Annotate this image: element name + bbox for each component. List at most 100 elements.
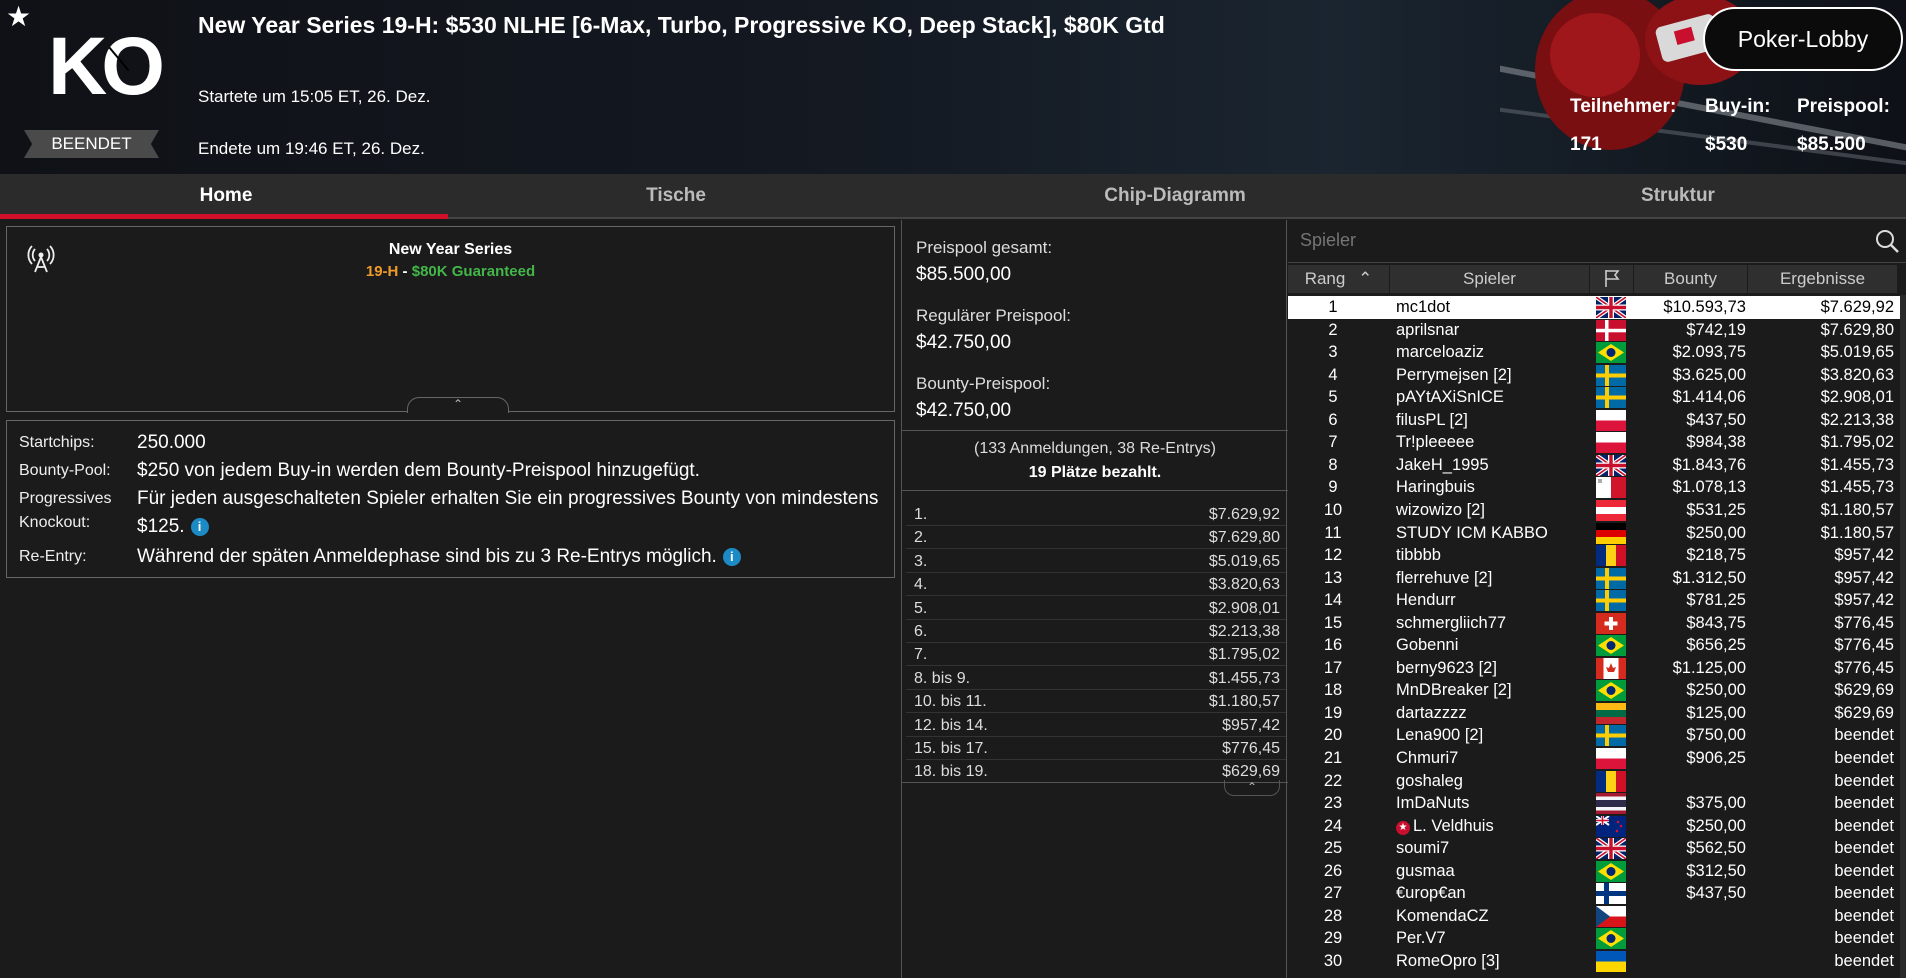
- player-row[interactable]: 15 schmergliich77 $843,75 $776,45: [1288, 612, 1902, 635]
- player-rank: 10: [1323, 500, 1343, 519]
- tab-chip-chart[interactable]: Chip-Diagramm: [900, 174, 1450, 219]
- collapse-chevron-up-icon[interactable]: ⌃: [407, 397, 509, 413]
- column-player[interactable]: Spieler: [1390, 265, 1590, 293]
- payout-place: 6.: [914, 623, 928, 640]
- player-row[interactable]: 8 JakeH_1995 $1.843,76 $1.455,73: [1288, 454, 1902, 477]
- player-bounty: $562,50: [1686, 839, 1746, 858]
- player-row[interactable]: 18 MnDBreaker [2] $250,00 $629,69: [1288, 679, 1902, 702]
- player-row[interactable]: 10 wizowizo [2] $531,25 $1.180,57: [1288, 499, 1902, 522]
- player-row[interactable]: 9 Haringbuis $1.078,13 $1.455,73: [1288, 476, 1902, 499]
- player-row[interactable]: 14 Hendurr $781,25 $957,42: [1288, 589, 1902, 612]
- player-bounty: $906,25: [1686, 749, 1746, 767]
- country-flag-icon: [1596, 545, 1626, 567]
- player-name-wrap: Hendurr: [1396, 589, 1456, 612]
- payout-table: 1. $7.629,92 2. $7.629,80 3. $5.019,65 4. $3.82…: [906, 492, 1286, 784]
- tab-tables[interactable]: Tische: [452, 174, 900, 219]
- payout-amount: $1.455,73: [1208, 669, 1280, 687]
- payout-amount: $2.908,01: [1208, 599, 1280, 617]
- divider: [902, 430, 1288, 431]
- payout-row: 8. bis 9. $1.455,73: [906, 668, 1286, 690]
- player-rank: 21: [1323, 749, 1343, 767]
- column-bounty[interactable]: Bounty: [1634, 265, 1748, 293]
- country-flag-icon: [1596, 567, 1626, 589]
- tab-home[interactable]: Home: [0, 174, 452, 219]
- column-results[interactable]: Ergebnisse: [1748, 265, 1898, 293]
- player-name-wrap: mc1dot: [1396, 296, 1450, 319]
- player-name: dartazzzz: [1396, 703, 1467, 722]
- player-rank: 20: [1323, 726, 1343, 745]
- regular-prizepool-value: $42.750,00: [916, 332, 1012, 353]
- player-row[interactable]: 11 STUDY ICM KABBO $250,00 $1.180,57: [1288, 522, 1902, 545]
- country-flag-icon: [1596, 499, 1626, 521]
- player-name: Gobenni: [1396, 636, 1459, 655]
- column-flag[interactable]: [1590, 265, 1634, 293]
- player-row[interactable]: 24 ★ L. Veldhuis $250,00 beendet: [1288, 815, 1902, 838]
- player-name: ImDaNuts: [1396, 794, 1470, 813]
- country-flag-icon: [1596, 770, 1626, 792]
- player-name-wrap: pAYtAXiSnICE: [1396, 386, 1504, 409]
- player-name: flerrehuve [2]: [1396, 568, 1493, 587]
- series-name: New Year Series: [388, 241, 513, 258]
- payout-row: 15. bis 17. $776,45: [906, 738, 1286, 760]
- player-row[interactable]: 16 Gobenni $656,25 $776,45: [1288, 634, 1902, 657]
- info-icon[interactable]: i: [722, 548, 741, 566]
- tab-structure[interactable]: Struktur: [1450, 174, 1906, 219]
- player-result: beendet: [1834, 839, 1894, 858]
- player-row[interactable]: 27 €urop€an $437,50 beendet: [1288, 882, 1902, 905]
- tournament-info-panel: Startchips: 250.000 Bounty-Pool: $250 vo…: [6, 420, 895, 578]
- player-result: $1.180,57: [1820, 523, 1894, 542]
- search-icon[interactable]: [1874, 228, 1900, 254]
- player-result: $2.213,38: [1820, 410, 1894, 429]
- player-rank: 14: [1323, 591, 1343, 610]
- player-rank: 24: [1323, 816, 1343, 835]
- payout-place: 2.: [914, 529, 928, 547]
- player-name: berny9623 [2]: [1396, 658, 1497, 677]
- player-rank: 17: [1323, 658, 1343, 677]
- player-bounty: $312,50: [1686, 861, 1746, 880]
- collapse-chevron-up-icon[interactable]: ⌃: [1224, 780, 1280, 796]
- column-rank[interactable]: Rang ⌃: [1288, 265, 1390, 293]
- tournament-header: ★ KO BEENDET New Year Series 19-H: $530 …: [0, 0, 1906, 174]
- player-name-wrap: RomeOpro [3]: [1396, 950, 1500, 973]
- payout-amount: $1.180,57: [1208, 693, 1280, 711]
- player-row[interactable]: 2 aprilsnar $742,19 $7.629,80: [1288, 319, 1902, 342]
- scrollbar[interactable]: [1900, 295, 1906, 978]
- player-row[interactable]: 6 filusPL [2] $437,50 $2.213,38: [1288, 409, 1902, 432]
- player-bounty: $531,25: [1686, 500, 1746, 519]
- player-row[interactable]: 12 tibbbb $218,75 $957,42: [1288, 544, 1902, 567]
- total-prizepool-label: Preispool gesamt:: [916, 238, 1053, 257]
- player-row[interactable]: 21 Chmuri7 $906,25 beendet: [1288, 747, 1902, 770]
- player-name: STUDY ICM KABBO: [1396, 523, 1548, 542]
- player-name: goshaleg: [1396, 771, 1463, 790]
- player-name: tibbbb: [1396, 546, 1441, 565]
- player-row[interactable]: 28 KomendaCZ beendet: [1288, 905, 1902, 928]
- player-result: $776,45: [1834, 636, 1894, 655]
- player-row[interactable]: 1 mc1dot $10.593,73 $7.629,92: [1288, 296, 1902, 319]
- player-row[interactable]: 23 ImDaNuts $375,00 beendet: [1288, 792, 1902, 815]
- player-row[interactable]: 13 flerrehuve [2] $1.312,50 $957,42: [1288, 567, 1902, 590]
- player-row[interactable]: 22 goshaleg beendet: [1288, 770, 1902, 793]
- player-result: beendet: [1834, 884, 1894, 903]
- player-row[interactable]: 30 RomeOpro [3] beendet: [1288, 950, 1902, 973]
- player-row[interactable]: 25 soumi7 $562,50 beendet: [1288, 837, 1902, 860]
- player-row[interactable]: 4 Perrymejsen [2] $3.625,00 $3.820,63: [1288, 364, 1902, 387]
- player-bounty: $437,50: [1686, 410, 1746, 429]
- country-flag-icon: [1596, 815, 1626, 837]
- player-result: beendet: [1834, 816, 1894, 835]
- country-flag-icon: [1596, 883, 1626, 905]
- player-row[interactable]: 5 pAYtAXiSnICE $1.414,06 $2.908,01: [1288, 386, 1902, 409]
- poker-lobby-button[interactable]: Poker-Lobby: [1703, 7, 1903, 71]
- player-row[interactable]: 29 Per.V7 beendet: [1288, 927, 1902, 950]
- country-flag-icon: [1596, 364, 1626, 386]
- player-row[interactable]: 7 Tr!pleeeee $984,38 $1.795,02: [1288, 431, 1902, 454]
- player-row[interactable]: 3 marceloaziz $2.093,75 $5.019,65: [1288, 341, 1902, 364]
- player-row[interactable]: 26 gusmaa $312,50 beendet: [1288, 860, 1902, 883]
- player-row[interactable]: 17 berny9623 [2] $1.125,00 $776,45: [1288, 657, 1902, 680]
- player-row[interactable]: 20 Lena900 [2] $750,00 beendet: [1288, 724, 1902, 747]
- player-name: Hendurr: [1396, 591, 1456, 610]
- player-name: Perrymejsen [2]: [1396, 365, 1512, 384]
- favorite-star-icon[interactable]: ★: [6, 0, 31, 33]
- info-icon[interactable]: i: [190, 518, 209, 536]
- player-row[interactable]: 19 dartazzzz $125,00 $629,69: [1288, 702, 1902, 725]
- player-search-input[interactable]: [1288, 226, 1858, 254]
